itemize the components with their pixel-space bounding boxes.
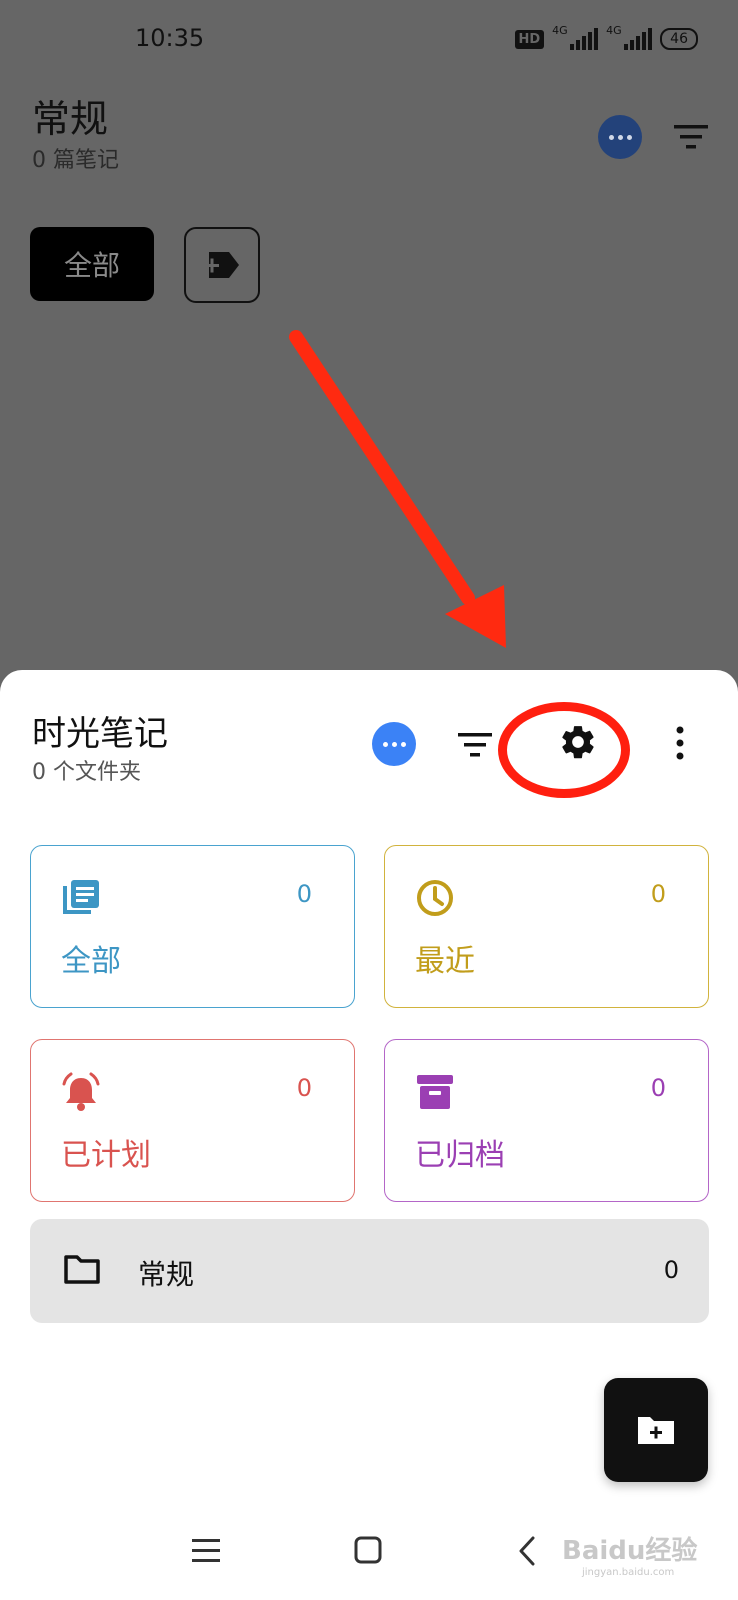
annotation-arrow	[289, 330, 506, 648]
card-label: 全部	[61, 944, 121, 979]
add-tag-button[interactable]	[184, 227, 260, 303]
more-button[interactable]	[372, 722, 416, 766]
card-count: 0	[296, 880, 312, 908]
signal-icon: 4G	[552, 24, 599, 50]
watermark: Baidu经验 jingyan.baidu.com	[562, 1536, 698, 1578]
note-count: 0 篇笔记	[32, 148, 119, 173]
gear-icon[interactable]	[558, 722, 598, 766]
hd-badge: HD	[514, 29, 545, 49]
filter-icon[interactable]	[458, 732, 492, 762]
new-folder-button[interactable]	[604, 1378, 708, 1482]
sheet-title: 时光笔记	[32, 714, 168, 754]
folder-item-general[interactable]: 常规 0	[30, 1219, 709, 1323]
status-icons: HD 4G 4G 46	[514, 24, 698, 50]
card-count: 0	[296, 1074, 312, 1102]
alarm-icon	[61, 1072, 101, 1116]
card-count: 0	[650, 1074, 666, 1102]
card-count: 0	[650, 880, 666, 908]
card-all[interactable]: 0 全部	[30, 845, 355, 1008]
chip-all[interactable]: 全部	[30, 227, 154, 301]
folder-count-value: 0	[663, 1256, 679, 1284]
page-title: 常规	[32, 97, 109, 141]
clock-icon	[415, 878, 455, 922]
card-label: 已归档	[415, 1138, 505, 1173]
folder-label: 常规	[138, 1258, 195, 1291]
folder-icon	[63, 1253, 101, 1289]
folder-count: 0 个文件夹	[32, 760, 141, 785]
card-label: 最近	[415, 944, 475, 979]
card-archived[interactable]: 0 已归档	[384, 1039, 709, 1202]
home-icon[interactable]	[354, 1536, 382, 1568]
notes-icon	[61, 878, 101, 922]
bottom-sheet: 时光笔记 0 个文件夹 0 全部 0 最近 0 已计划 0 已归档 常规 0	[0, 670, 738, 1600]
archive-icon	[415, 1072, 455, 1116]
filter-icon[interactable]	[674, 124, 708, 154]
new-folder-icon	[638, 1417, 674, 1444]
menu-icon[interactable]	[192, 1538, 220, 1568]
kebab-menu-icon[interactable]	[675, 726, 685, 764]
system-nav-bar: Baidu经验 jingyan.baidu.com	[0, 1500, 738, 1600]
card-label: 已计划	[61, 1138, 151, 1173]
back-icon[interactable]	[518, 1536, 536, 1570]
more-button[interactable]	[598, 115, 642, 159]
status-time: 10:35	[135, 24, 205, 52]
status-bar: 10:35 HD 4G 4G 46	[0, 0, 738, 80]
card-recent[interactable]: 0 最近	[384, 845, 709, 1008]
card-planned[interactable]: 0 已计划	[30, 1039, 355, 1202]
add-tag-icon	[205, 252, 239, 278]
battery-icon: 46	[660, 28, 698, 50]
signal-icon-2: 4G	[606, 24, 653, 50]
